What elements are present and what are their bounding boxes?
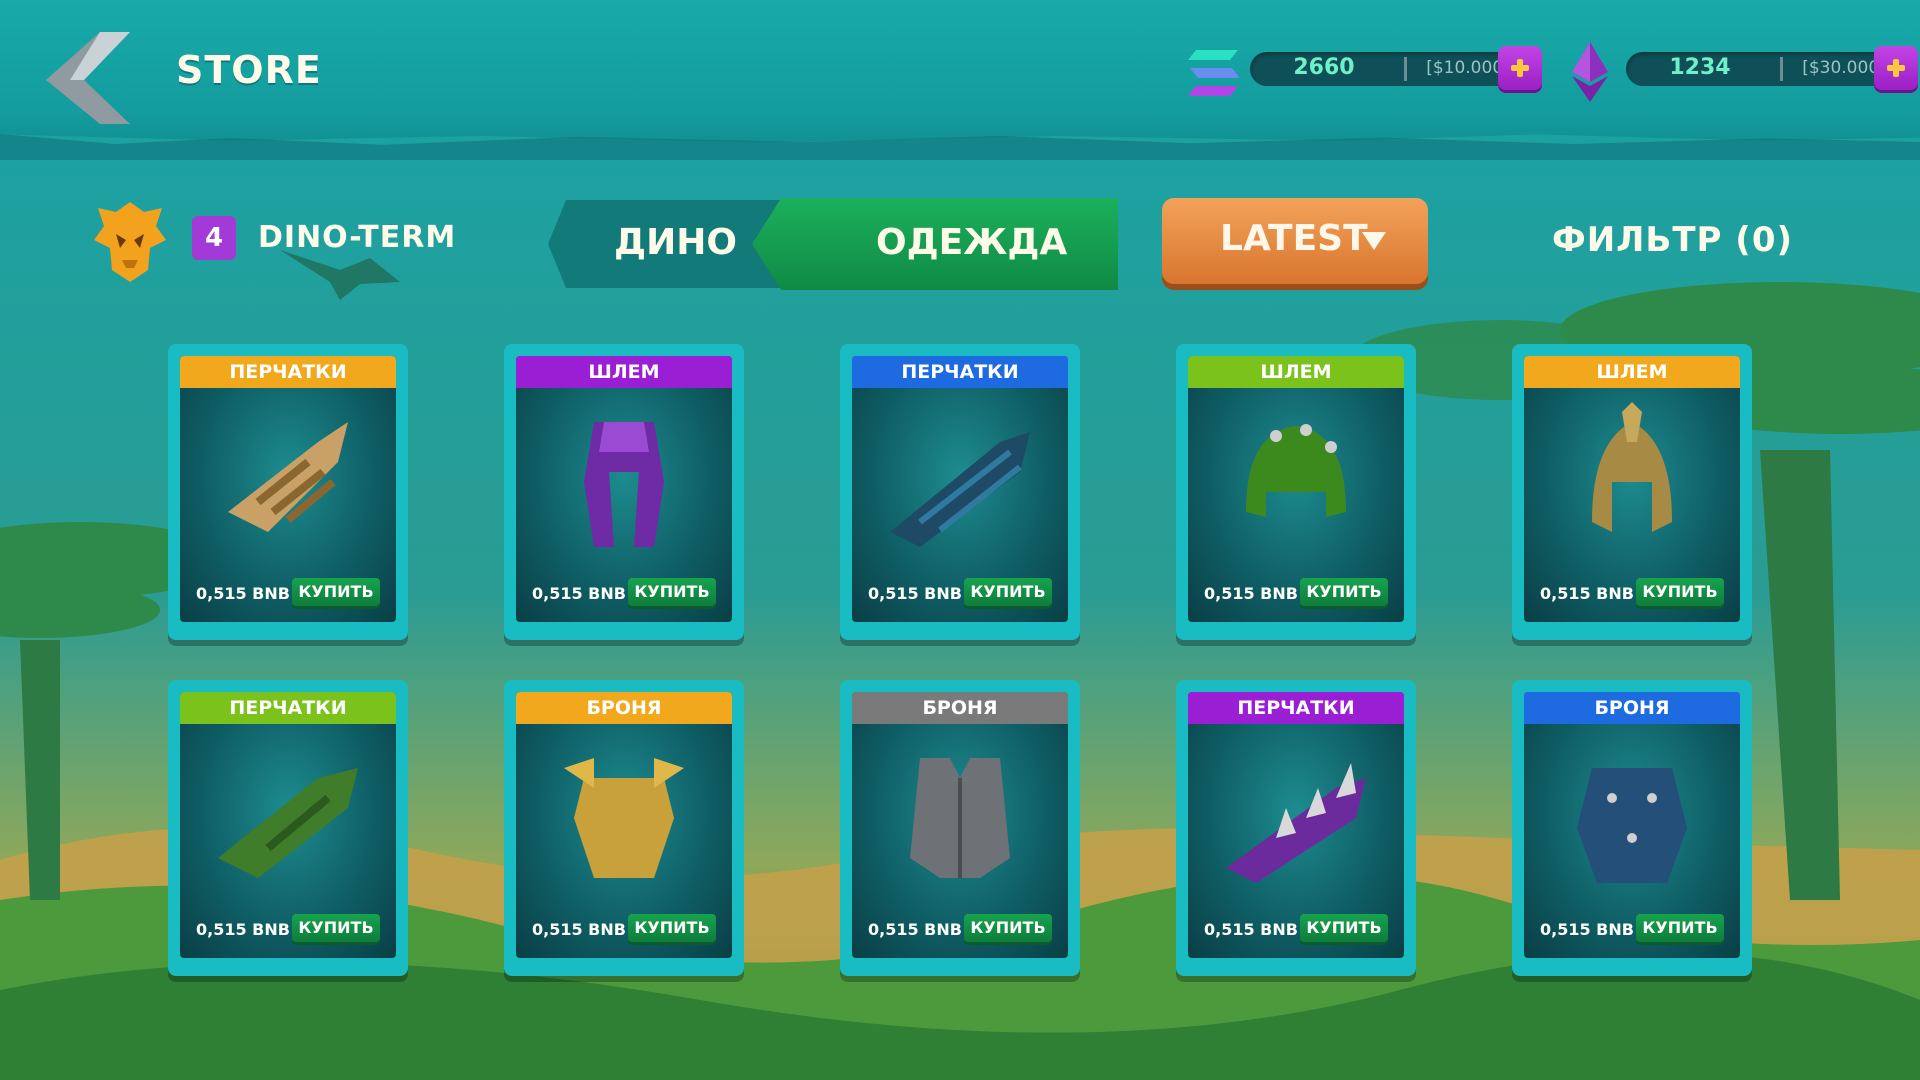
purple-helmet-icon bbox=[584, 422, 664, 547]
player-level-badge: 4 bbox=[192, 216, 236, 260]
card-inner: БРОНЯ 0,515 BNB КУПИТЬ bbox=[1524, 692, 1740, 958]
gray-vest-icon bbox=[910, 758, 1010, 878]
item-category: ШЛЕМ bbox=[1188, 356, 1404, 388]
dino-skull-badge-icon bbox=[94, 202, 166, 282]
item-price: 0,515 BNB bbox=[532, 584, 626, 603]
ethereum-icon bbox=[1572, 42, 1608, 102]
item-card[interactable]: ПЕРЧАТКИ 0,515 BNB КУПИТЬ bbox=[1176, 680, 1416, 976]
divider bbox=[1780, 57, 1783, 81]
currency-amount: 2660 bbox=[1293, 55, 1355, 80]
card-inner: ШЛЕМ 0,515 BNB КУПИТЬ bbox=[516, 356, 732, 622]
tab-label: ОДЕЖДА bbox=[876, 222, 1068, 263]
page-title: STORE bbox=[176, 48, 322, 92]
card-inner: ШЛЕМ 0,515 BNB КУПИТЬ bbox=[1524, 356, 1740, 622]
solana-icon bbox=[1188, 50, 1240, 96]
back-arrow-icon bbox=[46, 32, 130, 124]
buy-button[interactable]: КУПИТЬ bbox=[1300, 914, 1388, 942]
gold-helmet-icon bbox=[1592, 402, 1672, 532]
item-card[interactable]: ШЛЕМ 0,515 BNB КУПИТЬ bbox=[1176, 344, 1416, 640]
buy-button[interactable]: КУПИТЬ bbox=[964, 578, 1052, 606]
gold-armor-icon bbox=[564, 758, 684, 878]
item-price: 0,515 BNB bbox=[1540, 584, 1634, 603]
player-name: DINO-TERM bbox=[258, 220, 457, 255]
item-price: 0,515 BNB bbox=[1204, 920, 1298, 939]
item-category: ПЕРЧАТКИ bbox=[1188, 692, 1404, 724]
item-card[interactable]: ПЕРЧАТКИ 0,515 BNB КУПИТЬ bbox=[840, 344, 1080, 640]
back-button[interactable] bbox=[40, 28, 140, 128]
tab-label: ДИНО bbox=[614, 222, 737, 263]
item-category: ПЕРЧАТКИ bbox=[180, 356, 396, 388]
card-inner: ПЕРЧАТКИ 0,515 BNB КУПИТЬ bbox=[1188, 692, 1404, 958]
item-card[interactable]: БРОНЯ 0,515 BNB КУПИТЬ bbox=[504, 680, 744, 976]
item-card[interactable]: ПЕРЧАТКИ 0,515 BNB КУПИТЬ bbox=[168, 344, 408, 640]
currency-pill: 2660 [$10.000] bbox=[1250, 52, 1530, 86]
item-price: 0,515 BNB bbox=[868, 584, 962, 603]
item-card[interactable]: ШЛЕМ 0,515 BNB КУПИТЬ bbox=[504, 344, 744, 640]
chevron-down-icon bbox=[1362, 232, 1386, 250]
item-price: 0,515 BNB bbox=[196, 920, 290, 939]
divider bbox=[1404, 57, 1407, 81]
blue-armor-icon bbox=[1577, 768, 1687, 883]
item-price: 0,515 BNB bbox=[532, 920, 626, 939]
tab-clothing[interactable]: ОДЕЖДА bbox=[752, 198, 1118, 290]
green-gauntlet-icon bbox=[218, 768, 358, 878]
item-price: 0,515 BNB bbox=[1540, 920, 1634, 939]
item-category: БРОНЯ bbox=[516, 692, 732, 724]
item-category: ПЕРЧАТКИ bbox=[852, 356, 1068, 388]
card-inner: ПЕРЧАТКИ 0,515 BNB КУПИТЬ bbox=[180, 692, 396, 958]
buy-button[interactable]: КУПИТЬ bbox=[292, 914, 380, 942]
buy-button[interactable]: КУПИТЬ bbox=[292, 578, 380, 606]
buy-button[interactable]: КУПИТЬ bbox=[1300, 578, 1388, 606]
item-card[interactable]: БРОНЯ 0,515 BNB КУПИТЬ bbox=[840, 680, 1080, 976]
item-category: БРОНЯ bbox=[1524, 692, 1740, 724]
buy-button[interactable]: КУПИТЬ bbox=[628, 578, 716, 606]
buy-button[interactable]: КУПИТЬ bbox=[964, 914, 1052, 942]
currency-pill: 1234 [$30.000] bbox=[1626, 52, 1906, 86]
card-inner: ПЕРЧАТКИ 0,515 BNB КУПИТЬ bbox=[180, 356, 396, 622]
purple-spiked-gauntlet-icon bbox=[1226, 763, 1366, 883]
buy-button[interactable]: КУПИТЬ bbox=[628, 914, 716, 942]
item-card[interactable]: БРОНЯ 0,515 BNB КУПИТЬ bbox=[1512, 680, 1752, 976]
item-card[interactable]: ПЕРЧАТКИ 0,515 BNB КУПИТЬ bbox=[168, 680, 408, 976]
item-category: ШЛЕМ bbox=[516, 356, 732, 388]
item-category: ШЛЕМ bbox=[1524, 356, 1740, 388]
card-inner: БРОНЯ 0,515 BNB КУПИТЬ bbox=[852, 692, 1068, 958]
item-category: ПЕРЧАТКИ bbox=[180, 692, 396, 724]
sort-dropdown[interactable]: LATEST bbox=[1162, 198, 1428, 284]
currency-amount: 1234 bbox=[1669, 55, 1731, 80]
item-price: 0,515 BNB bbox=[868, 920, 962, 939]
sort-label: LATEST bbox=[1220, 218, 1368, 259]
add-solana-button[interactable] bbox=[1498, 46, 1542, 90]
card-inner: ШЛЕМ 0,515 BNB КУПИТЬ bbox=[1188, 356, 1404, 622]
item-card[interactable]: ШЛЕМ 0,515 BNB КУПИТЬ bbox=[1512, 344, 1752, 640]
item-category: БРОНЯ bbox=[852, 692, 1068, 724]
gold-gauntlet-icon bbox=[228, 422, 348, 532]
card-inner: ПЕРЧАТКИ 0,515 BNB КУПИТЬ bbox=[852, 356, 1068, 622]
item-price: 0,515 BNB bbox=[1204, 584, 1298, 603]
item-price: 0,515 BNB bbox=[196, 584, 290, 603]
add-ethereum-button[interactable] bbox=[1874, 46, 1918, 90]
buy-button[interactable]: КУПИТЬ bbox=[1636, 578, 1724, 606]
filter-button[interactable]: ФИЛЬТР (0) bbox=[1552, 220, 1793, 260]
green-helmet-icon bbox=[1246, 424, 1346, 517]
blue-gauntlet-icon bbox=[890, 432, 1030, 547]
buy-button[interactable]: КУПИТЬ bbox=[1636, 914, 1724, 942]
card-inner: БРОНЯ 0,515 BNB КУПИТЬ bbox=[516, 692, 732, 958]
